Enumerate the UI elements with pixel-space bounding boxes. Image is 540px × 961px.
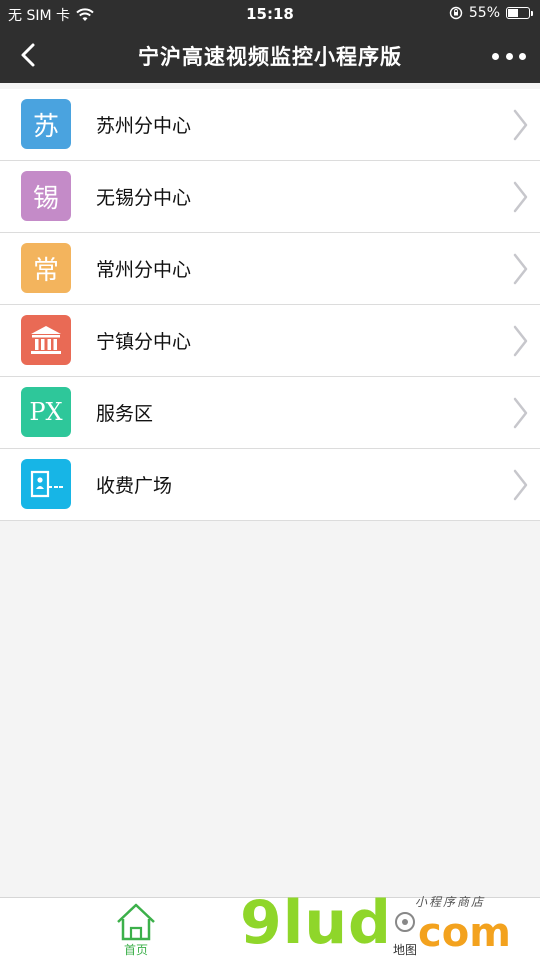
chang-character-icon: 常: [21, 243, 71, 293]
tab-map[interactable]: 地图: [345, 898, 465, 961]
center-list: 苏 苏州分中心 锡 无锡分中心 常 常州分中心 宁镇分中心 PX 服务区 收费广…: [0, 89, 540, 521]
list-item-ningzhen[interactable]: 宁镇分中心: [0, 305, 540, 377]
list-item-label: 常州分中心: [96, 259, 192, 281]
chevron-right-icon: [513, 109, 528, 141]
page-title: 宁沪高速视频监控小程序版: [138, 45, 402, 69]
bank-building-shape: [31, 326, 61, 354]
xi-character-icon: 锡: [21, 171, 71, 221]
chevron-right-icon: [513, 181, 528, 213]
icon-glyph: 常: [32, 255, 59, 286]
battery-fill: [508, 9, 518, 17]
tab-map-label: 地图: [392, 943, 417, 957]
toll-plaza-icon: [21, 459, 71, 509]
service-area-icon: PX: [21, 387, 71, 437]
nav-bar: 宁沪高速视频监控小程序版: [0, 28, 540, 83]
chevron-right-icon: [513, 469, 528, 501]
back-arrow-icon: [21, 43, 35, 67]
icon-glyph: 苏: [32, 111, 59, 142]
orientation-lock-icon: [449, 6, 463, 20]
su-character-icon: 苏: [21, 99, 71, 149]
chevron-right-icon: [513, 325, 528, 357]
bank-building-icon: [21, 315, 71, 365]
home-icon: [117, 903, 155, 941]
chevron-right-icon: [513, 253, 528, 285]
list-item-service-area[interactable]: PX 服务区: [0, 377, 540, 449]
back-button[interactable]: [14, 40, 42, 70]
list-item-suzhou[interactable]: 苏 苏州分中心: [0, 89, 540, 161]
list-item-label: 无锡分中心: [96, 187, 192, 209]
list-item-changzhou[interactable]: 常 常州分中心: [0, 233, 540, 305]
more-dot-icon: [505, 52, 513, 60]
battery-percent: 55%: [468, 5, 500, 21]
list-item-wuxi[interactable]: 锡 无锡分中心: [0, 161, 540, 233]
chevron-right-icon: [513, 397, 528, 429]
status-right: 55%: [449, 5, 533, 21]
icon-glyph: 锡: [32, 183, 59, 214]
list-item-label: 宁镇分中心: [96, 331, 192, 353]
toll-booth-shape: [30, 470, 63, 498]
more-button[interactable]: [492, 46, 526, 66]
more-dot-icon: [492, 52, 499, 60]
list-item-label: 服务区: [96, 403, 154, 425]
list-item-label: 苏州分中心: [96, 115, 192, 137]
tab-bar: 首页 地图: [0, 897, 540, 961]
map-icon: [395, 912, 415, 932]
list-item-label: 收费广场: [96, 475, 173, 497]
status-bar: 无 SIM 卡 15:18 55%: [0, 0, 540, 28]
tab-home-label: 首页: [123, 943, 148, 957]
tab-home[interactable]: 首页: [76, 898, 196, 961]
list-item-toll-plaza[interactable]: 收费广场: [0, 449, 540, 521]
icon-glyph: PX: [29, 398, 63, 426]
more-dot-icon: [519, 52, 526, 60]
battery-icon: [506, 7, 533, 19]
